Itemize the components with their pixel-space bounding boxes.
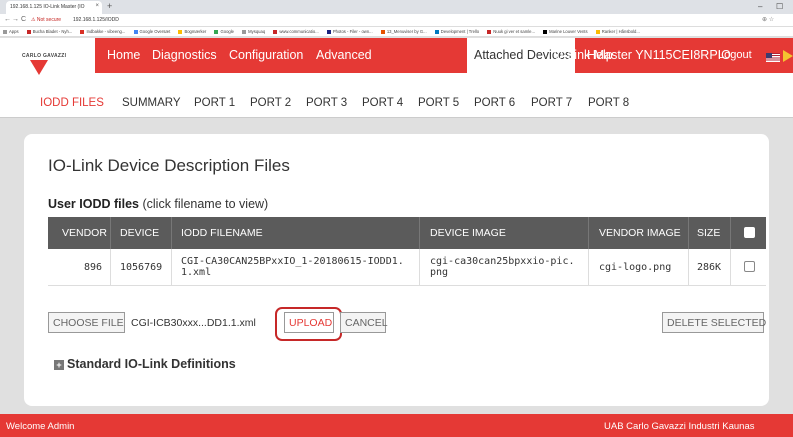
- back-icon[interactable]: ←: [4, 16, 11, 23]
- table-row: 896 1056769 CGI-CA30CAN25BPxxIO_1-201806…: [48, 249, 766, 286]
- nav-diagnostics[interactable]: Diagnostics: [152, 48, 217, 62]
- cell-device-image: cgi-ca30can25bpxxio-pic. png: [430, 256, 575, 278]
- browser-tab[interactable]: 192.168.1.125 IO-Link Master (IO ×: [6, 1, 102, 14]
- section-label: User IODD files (click filename to view): [48, 197, 269, 211]
- bookmark-item[interactable]: Ranker | Hånsbold...: [595, 29, 640, 34]
- bookmark-item[interactable]: 13_Menuviser by G...: [380, 29, 427, 34]
- url-input[interactable]: 192.168.1.125/IODD: [73, 17, 119, 23]
- col-vendor: VENDOR: [62, 227, 107, 239]
- browser-tabbar: 192.168.1.125 IO-Link Master (IO × + – ☐: [0, 0, 793, 14]
- tab-port-8[interactable]: PORT 8: [588, 97, 629, 109]
- logo-text: CARLO GAVAZZI: [22, 53, 67, 59]
- bookmark-item[interactable]: Nuuk gi ver et samle...: [487, 29, 535, 34]
- cell-vendor: 896: [84, 262, 103, 273]
- new-tab-button[interactable]: +: [107, 1, 112, 11]
- bookmark-icon: [380, 29, 385, 34]
- cell-vendor-image: cgi-logo.png: [599, 262, 672, 273]
- app-header: CARLO GAVAZZI Home Diagnostics Configura…: [0, 38, 793, 88]
- close-tab-icon[interactable]: ×: [95, 3, 99, 9]
- cell-iodd-filename[interactable]: CGI-CA30CAN25BPxxIO_1-20180615-IODD1. 1.…: [181, 256, 404, 278]
- master-label: IO-Link Master YN115CEI8RPIO: [550, 48, 731, 62]
- bookmark-icon: [178, 29, 183, 34]
- us-flag-icon[interactable]: [766, 53, 780, 62]
- bookmark-item[interactable]: Bucha Bladet - Nyh...: [26, 29, 72, 34]
- tab-port-5[interactable]: PORT 5: [418, 97, 459, 109]
- bookmark-item[interactable]: Mysquaq: [242, 29, 265, 34]
- bookmark-item[interactable]: Development | Trello: [434, 29, 479, 34]
- choose-file-button[interactable]: CHOOSE FILE: [48, 312, 125, 333]
- select-all-checkbox[interactable]: [744, 227, 755, 238]
- forward-icon[interactable]: →: [12, 16, 19, 23]
- bookmark-icon: [595, 29, 600, 34]
- not-secure-badge[interactable]: ⚠ Not secure: [31, 17, 61, 23]
- logo[interactable]: CARLO GAVAZZI: [0, 38, 95, 88]
- bookmark-icon: [273, 29, 278, 34]
- nav-home[interactable]: Home: [107, 48, 140, 62]
- bookmark-icon: [26, 29, 31, 34]
- tab-iodd-files[interactable]: IODD FILES: [40, 97, 104, 109]
- bookmark-item[interactable]: Marine Louver Vents: [543, 29, 588, 34]
- page-title: IO-Link Device Description Files: [48, 156, 290, 175]
- minimize-icon[interactable]: –: [758, 2, 762, 11]
- bookmark-icon: [133, 29, 138, 34]
- delete-selected-button[interactable]: DELETE SELECTED: [662, 312, 766, 333]
- expand-plus-icon: +: [54, 360, 64, 370]
- col-device: DEVICE: [120, 227, 160, 239]
- tab-summary[interactable]: SUMMARY: [122, 97, 181, 109]
- bookmark-icon: [80, 29, 85, 34]
- footer: Welcome Admin UAB Carlo Gavazzi Industri…: [0, 414, 793, 437]
- tab-port-4[interactable]: PORT 4: [362, 97, 403, 109]
- tab-port-2[interactable]: PORT 2: [250, 97, 291, 109]
- welcome-text: Welcome Admin: [6, 421, 75, 432]
- tab-port-1[interactable]: PORT 1: [194, 97, 235, 109]
- upload-button[interactable]: UPLOAD: [284, 312, 334, 333]
- address-bar: ← → C ⚠ Not secure 192.168.1.125/IODD ⊕ …: [0, 14, 793, 27]
- bookmark-star-icon[interactable]: ⊕ ☆: [762, 16, 774, 23]
- reload-icon[interactable]: C: [21, 16, 26, 23]
- bookmark-icon: [487, 29, 492, 34]
- nav-configuration[interactable]: Configuration: [229, 48, 303, 62]
- bookmark-icon: [242, 29, 247, 34]
- bookmark-icon: [543, 29, 548, 34]
- bookmark-item[interactable]: www.communicatio...: [273, 29, 319, 34]
- logo-triangle-icon: [30, 60, 48, 75]
- tab-title: 192.168.1.125 IO-Link Master (IO: [10, 4, 85, 10]
- maximize-icon[interactable]: ☐: [776, 2, 783, 11]
- sub-nav: IODD FILES SUMMARY PORT 1 PORT 2 PORT 3 …: [0, 88, 793, 118]
- col-size: SIZE: [697, 227, 721, 239]
- bookmark-icon: [214, 29, 219, 34]
- selected-file-name: CGI-ICB30xxx...DD1.1.xml: [131, 317, 256, 329]
- company-text: UAB Carlo Gavazzi Industri Kaunas: [604, 421, 755, 432]
- bookmark-item[interactable]: Photos - Filer - own...: [326, 29, 373, 34]
- cancel-button[interactable]: CANCEL: [340, 312, 388, 333]
- col-device-image: DEVICE IMAGE: [430, 227, 506, 239]
- tab-port-3[interactable]: PORT 3: [306, 97, 347, 109]
- row-select-checkbox[interactable]: [744, 261, 755, 272]
- bookmark-icon: [3, 29, 7, 34]
- bookmarks-bar: Apps Bucha Bladet - Nyh... Indbakke - vi…: [0, 27, 793, 37]
- bookmark-item[interactable]: Google Oversæt: [133, 29, 170, 34]
- nav-advanced[interactable]: Advanced: [316, 48, 372, 62]
- tab-port-6[interactable]: PORT 6: [474, 97, 515, 109]
- col-vendor-image: VENDOR IMAGE: [599, 227, 681, 239]
- bookmark-item[interactable]: Apps: [3, 29, 19, 34]
- iodd-panel: IO-Link Device Description Files User IO…: [24, 134, 769, 406]
- tab-port-7[interactable]: PORT 7: [531, 97, 572, 109]
- logout-link[interactable]: Logout: [718, 49, 752, 61]
- bookmark-item[interactable]: Google: [214, 29, 234, 34]
- col-iodd-filename: IODD FILENAME: [181, 227, 263, 239]
- bookmark-icon: [326, 29, 331, 34]
- bookmark-item[interactable]: Indbakke - vibeeng...: [80, 29, 125, 34]
- bookmark-item[interactable]: Bogmærker: [178, 29, 206, 34]
- bookmark-icon: [434, 29, 439, 34]
- table-header: VENDOR DEVICE IODD FILENAME DEVICE IMAGE…: [48, 217, 766, 249]
- cell-size: 286K: [697, 262, 722, 273]
- standard-definitions-toggle[interactable]: + Standard IO-Link Definitions: [54, 357, 236, 371]
- cell-device: 1056769: [120, 262, 163, 273]
